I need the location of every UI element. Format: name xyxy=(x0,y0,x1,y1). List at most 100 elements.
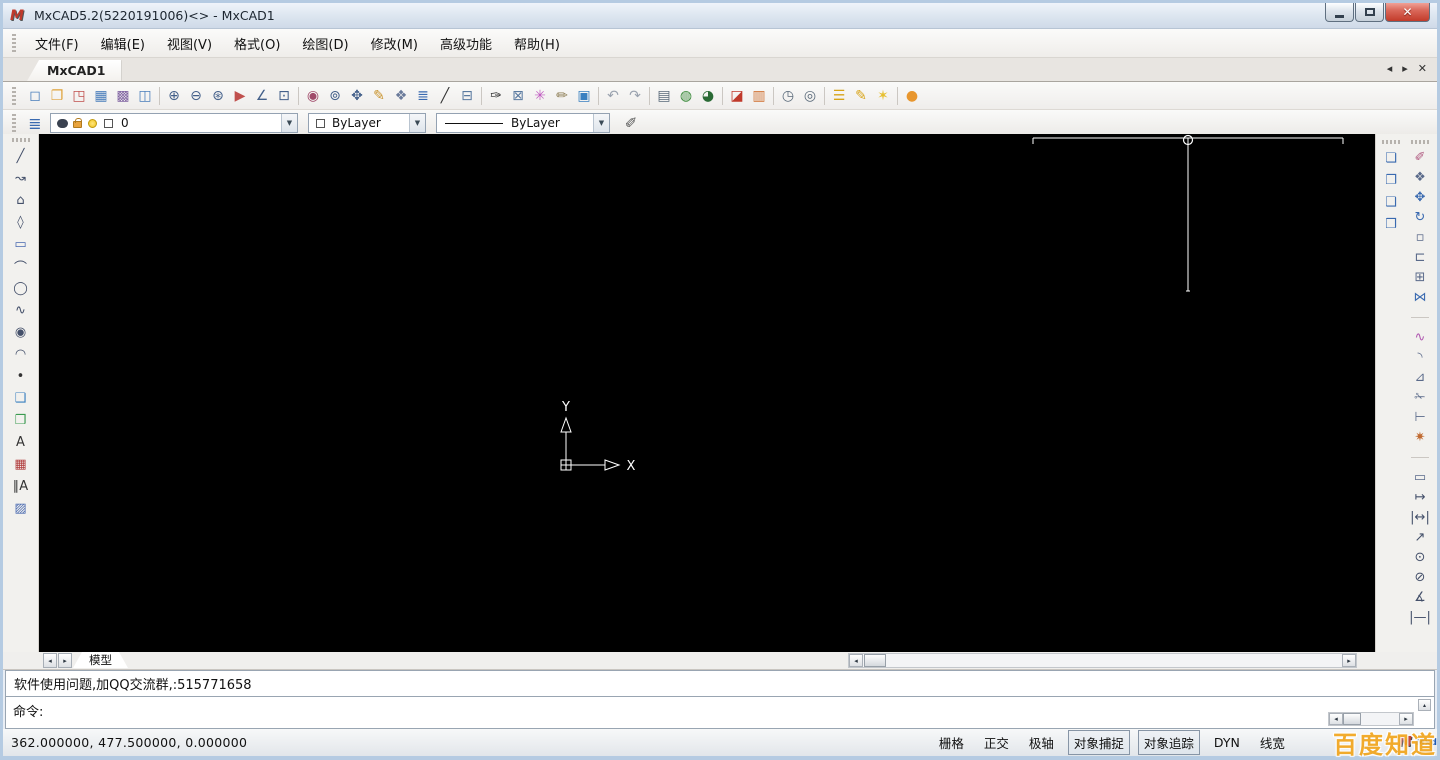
open-file-icon[interactable]: ❐ xyxy=(46,85,68,107)
tab-scroll-left-button[interactable]: ◂ xyxy=(1387,62,1393,75)
separator[interactable] xyxy=(295,85,302,107)
menu-help[interactable]: 帮助(H) xyxy=(503,30,571,57)
sketch-icon[interactable]: ✏ xyxy=(551,85,573,107)
scrollbar-thumb[interactable] xyxy=(864,654,886,667)
mtext-icon[interactable]: ∥A xyxy=(9,475,33,497)
separator[interactable] xyxy=(156,85,163,107)
menu-draw[interactable]: 绘图(D) xyxy=(291,30,359,57)
separator[interactable] xyxy=(595,85,602,107)
menu-edit[interactable]: 编辑(E) xyxy=(90,30,156,57)
maximize-button[interactable] xyxy=(1355,3,1384,22)
tab-mxcad1[interactable]: MxCAD1 xyxy=(27,60,121,81)
arc-icon[interactable]: ⌒ xyxy=(9,255,33,277)
linetype-combobox[interactable]: ByLayer ▼ xyxy=(436,113,610,133)
color-combobox[interactable]: ByLayer ▼ xyxy=(308,113,426,133)
save-icon[interactable]: ▦ xyxy=(90,85,112,107)
extend-icon[interactable]: ⊢ xyxy=(1408,407,1432,427)
pan-icon[interactable]: ✥ xyxy=(346,85,368,107)
erase-tool-icon[interactable]: ⊠ xyxy=(507,85,529,107)
draw-toolbar-drag-handle[interactable] xyxy=(12,138,30,142)
frame-icon[interactable]: ⊟ xyxy=(456,85,478,107)
pdf-export-icon[interactable]: ◪ xyxy=(726,85,748,107)
save-as-icon[interactable]: ▩ xyxy=(112,85,134,107)
hatch-icon[interactable]: ▨ xyxy=(9,497,33,519)
burst-icon[interactable]: ✳ xyxy=(529,85,551,107)
color-combobox-arrow-icon[interactable]: ▼ xyxy=(409,114,425,132)
plot-icon[interactable]: ▤ xyxy=(653,85,675,107)
separator[interactable] xyxy=(478,85,485,107)
chamfer-icon[interactable]: ⊿ xyxy=(1408,367,1432,387)
zoom-extents-icon[interactable]: ⊛ xyxy=(207,85,229,107)
command-scroll-right-icon[interactable]: ▸ xyxy=(1399,713,1413,725)
trim-icon[interactable]: ✁ xyxy=(1408,387,1432,407)
clip-paste-orig-icon[interactable]: ❒ xyxy=(1379,213,1403,235)
array-icon[interactable]: ⊞ xyxy=(1408,267,1432,287)
command-scrollbar-thumb[interactable] xyxy=(1343,713,1361,725)
menu-advanced[interactable]: 高级功能 xyxy=(429,30,503,57)
status-toggle-otrack[interactable]: 对象追踪 xyxy=(1138,730,1200,755)
polygon2-icon[interactable]: ◊ xyxy=(9,211,33,233)
wipeout-icon[interactable]: ▭ xyxy=(1408,467,1432,487)
layout-prev-button[interactable]: ◂ xyxy=(43,653,57,668)
toolbar-drag-handle[interactable] xyxy=(12,87,16,105)
star-icon[interactable]: ✶ xyxy=(872,85,894,107)
scroll-left-icon[interactable]: ◂ xyxy=(849,654,863,667)
dim-aligned-icon[interactable]: ↗ xyxy=(1408,527,1432,547)
zoom-window-icon[interactable]: ⊡ xyxy=(273,85,295,107)
clipboard-toolbar-drag-handle[interactable] xyxy=(1382,140,1400,144)
zoom-in-icon[interactable]: ⊕ xyxy=(163,85,185,107)
rotate-icon[interactable]: ↻ xyxy=(1408,207,1432,227)
dim-radius-icon[interactable]: ⊙ xyxy=(1408,547,1432,567)
clip-copy-icon[interactable]: ❏ xyxy=(1379,147,1403,169)
properties-drag-handle[interactable] xyxy=(12,114,16,132)
note-pencil-icon[interactable]: ✎ xyxy=(850,85,872,107)
layer-combobox-arrow-icon[interactable]: ▼ xyxy=(281,114,297,132)
ellipse-icon[interactable]: ◉ xyxy=(9,321,33,343)
tab-model-space[interactable]: 模型 xyxy=(73,652,128,668)
dim-quick-icon[interactable]: ↦ xyxy=(1408,487,1432,507)
canvas-horizontal-scrollbar[interactable]: ◂ ▸ xyxy=(848,653,1357,668)
image-export-icon[interactable]: ▥ xyxy=(748,85,770,107)
offset-icon[interactable]: ⊏ xyxy=(1408,247,1432,267)
drawing-canvas[interactable]: Y X xyxy=(39,134,1375,652)
separator[interactable] xyxy=(821,85,828,107)
menu-modify[interactable]: 修改(M) xyxy=(360,30,429,57)
status-toggle-dyn[interactable]: DYN xyxy=(1208,732,1246,753)
tab-close-button[interactable]: ✕ xyxy=(1418,62,1427,75)
find-icon[interactable]: ◎ xyxy=(799,85,821,107)
tab-scroll-right-button[interactable]: ▸ xyxy=(1402,62,1408,75)
block-edit-icon[interactable]: ▣ xyxy=(573,85,595,107)
save-all-icon[interactable]: ◫ xyxy=(134,85,156,107)
command-prompt[interactable]: 命令: xyxy=(13,701,43,720)
separator[interactable] xyxy=(894,85,901,107)
line-icon[interactable]: ╱ xyxy=(9,145,33,167)
menu-format[interactable]: 格式(O) xyxy=(223,30,291,57)
rectangle-icon[interactable]: ▭ xyxy=(9,233,33,255)
fillet-icon[interactable]: ◝ xyxy=(1408,347,1432,367)
erase-icon[interactable]: ✐ xyxy=(1408,147,1432,167)
pedit-spline-icon[interactable]: ∿ xyxy=(1408,327,1432,347)
separator[interactable] xyxy=(770,85,777,107)
clip-paste-block-icon[interactable]: ❑ xyxy=(1379,191,1403,213)
ellipse-arc-icon[interactable]: ◠ xyxy=(9,343,33,365)
layer-manager-icon[interactable]: ≣ xyxy=(412,85,434,107)
zoom-object-icon[interactable]: ⊚ xyxy=(324,85,346,107)
linetype-manager-icon[interactable]: ╱ xyxy=(434,85,456,107)
status-toggle-grid[interactable]: 栅格 xyxy=(933,730,970,755)
dim-angular-icon[interactable]: ∡ xyxy=(1408,587,1432,607)
separator[interactable] xyxy=(646,85,653,107)
menu-view[interactable]: 视图(V) xyxy=(156,30,223,57)
zoom-out-icon[interactable]: ⊖ xyxy=(185,85,207,107)
zoom-dynamic-icon[interactable]: ▶ xyxy=(229,85,251,107)
zoom-angle-icon[interactable]: ∠ xyxy=(251,85,273,107)
minimize-button[interactable] xyxy=(1325,3,1354,22)
block-insert-icon[interactable]: ❑ xyxy=(9,387,33,409)
new-file-icon[interactable]: ◻ xyxy=(24,85,46,107)
draw-order-icon[interactable]: ✎ xyxy=(368,85,390,107)
dim-diameter-icon[interactable]: ⊘ xyxy=(1408,567,1432,587)
polyline-icon[interactable]: ↝ xyxy=(9,167,33,189)
modify-toolbar-drag-handle[interactable] xyxy=(1411,140,1429,144)
command-scroll-left-icon[interactable]: ◂ xyxy=(1329,713,1343,725)
order-list-icon[interactable]: ☰ xyxy=(828,85,850,107)
menu-file[interactable]: 文件(F) xyxy=(24,30,90,57)
